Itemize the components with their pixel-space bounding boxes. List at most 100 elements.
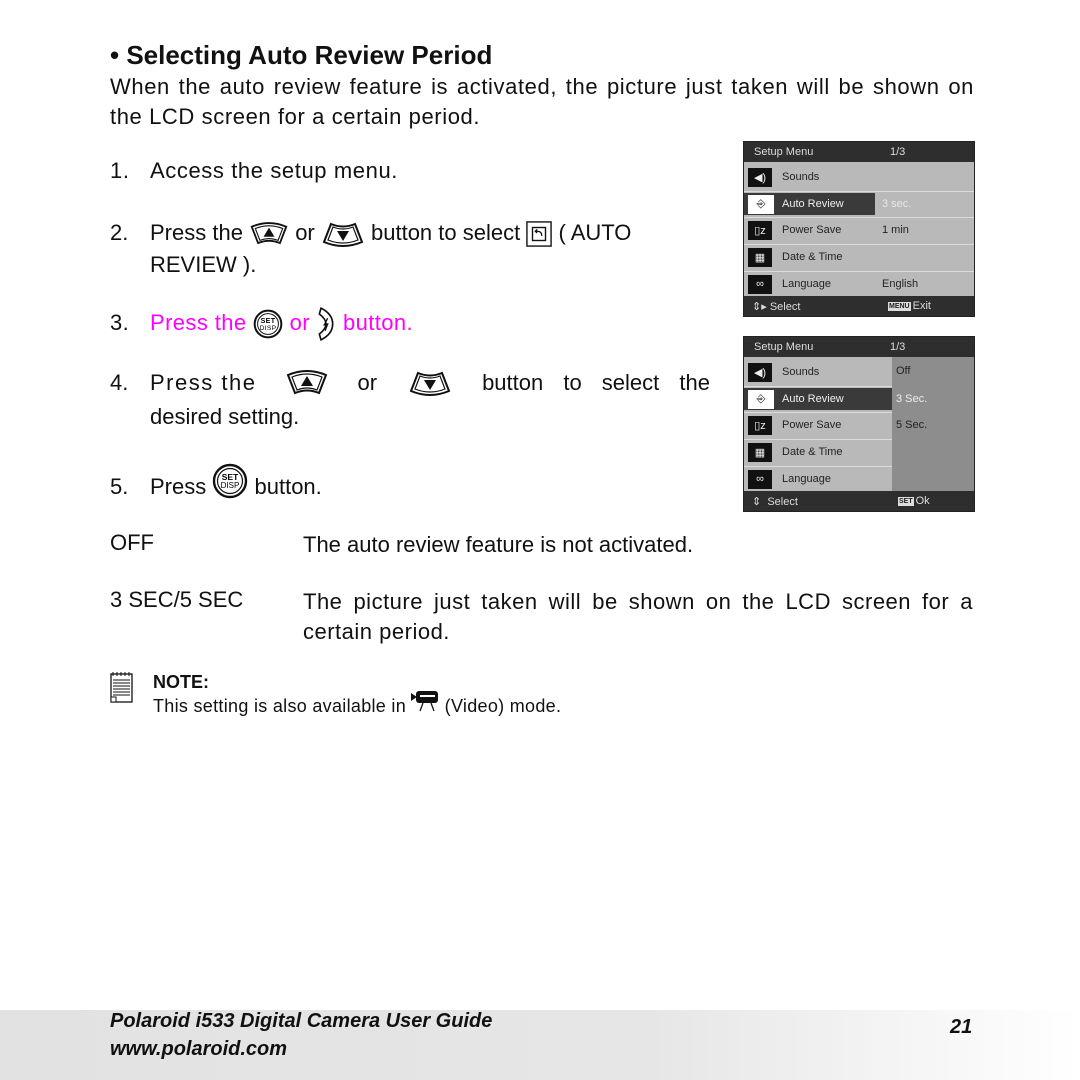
lcd-row-value: English (882, 278, 919, 290)
up-button-icon (285, 369, 329, 397)
date-time-icon: ▦ (748, 247, 772, 267)
sound-icon: ◀) (748, 167, 772, 187)
auto-review-icon: ⎆ (748, 194, 774, 214)
lcd-footer-action: SET Ok (898, 495, 930, 507)
sound-icon: ◀) (748, 362, 772, 382)
step-text: button. (342, 309, 414, 335)
lcd-footer-action-label: Exit (912, 300, 931, 312)
step-3: 3. Press the or button. (110, 304, 413, 344)
step-text: button to select the (482, 370, 710, 395)
option-key-off: OFF (110, 530, 154, 555)
step-4: 4. Press the or button to select the (110, 368, 710, 398)
step-text: ( AUTO (558, 220, 632, 245)
submenu-option-off[interactable]: Off (896, 365, 910, 377)
lcd-row-label: Language (782, 473, 831, 485)
lcd-footer: ⇕ Select SET Ok (744, 491, 974, 511)
down-button-icon (406, 369, 454, 397)
up-button-icon (249, 220, 289, 248)
lcd-row-label: Power Save (782, 224, 842, 236)
lcd-row-language: ∞ Language English (744, 273, 974, 295)
lcd-title: Setup Menu (754, 146, 814, 158)
section-title: • Selecting Auto Review Period (110, 40, 493, 70)
power-save-icon: ▯z (748, 415, 772, 435)
page-number: 21 (950, 1016, 973, 1038)
step-number: 2. (110, 220, 129, 245)
auto-review-icon: ⎆ (748, 389, 774, 409)
lcd-row-label: Language (782, 278, 831, 290)
step-text: Access the setup menu. (150, 158, 398, 183)
option-key-sec: 3 SEC/5 SEC (110, 587, 244, 612)
date-time-icon: ▦ (748, 442, 772, 462)
nav-arrows-icon: ⇕▸ (752, 300, 767, 313)
lcd-footer-action: MENU Exit (888, 300, 931, 312)
lcd-footer-select: ⇕ Select (752, 495, 798, 508)
submenu-option-5sec[interactable]: 5 Sec. (896, 419, 927, 431)
step-4-continued: desired setting. (150, 404, 300, 429)
footer-title: Polaroid i533 Digital Camera User Guide (110, 1010, 493, 1032)
notepad-icon (110, 672, 133, 703)
set-disp-button-icon (212, 463, 248, 499)
step-number: 1. (110, 158, 130, 183)
lcd-footer-select: ⇕▸ Select (752, 300, 800, 313)
step-text: Press the (150, 220, 243, 245)
step-text: or (357, 370, 378, 395)
lcd-row-language: ∞ Language (744, 468, 892, 490)
note-heading: NOTE: (153, 672, 209, 692)
lcd-page: 1/3 (890, 341, 906, 353)
lcd-row-date-time: ▦ Date & Time (744, 246, 974, 268)
auto-review-icon (526, 221, 552, 247)
note-text-pre: This setting is also available in (153, 696, 407, 716)
intro-paragraph: When the auto review feature is activate… (110, 74, 974, 129)
lcd-footer-select-label: Select (769, 300, 801, 313)
lcd-row-date-time: ▦ Date & Time (744, 441, 892, 463)
lcd-row-power-save: ▯z Power Save (744, 414, 892, 436)
step-5: 5. Press button. (110, 472, 322, 502)
lcd-title: Setup Menu (754, 341, 814, 353)
lcd-header: Setup Menu 1/3 (744, 142, 974, 162)
step-text: or (295, 220, 315, 245)
lcd-setup-menu-1: Setup Menu 1/3 ◀) Sounds ⎆ Auto Review 3… (743, 141, 975, 317)
lcd-row-auto-review: ⎆ Auto Review (744, 193, 875, 215)
lcd-row-sounds: ◀) Sounds (744, 361, 892, 383)
language-icon: ∞ (748, 274, 772, 294)
option-desc-sec: The picture just taken will be shown on … (303, 589, 973, 644)
lcd-row-label: Sounds (782, 366, 820, 378)
lcd-row-label: Power Save (782, 419, 842, 431)
power-save-icon: ▯z (748, 220, 772, 240)
video-camera-icon (411, 691, 439, 712)
lcd-row-label: Auto Review (782, 198, 844, 210)
set-disp-button-icon (253, 308, 283, 340)
step-text: button. (254, 474, 322, 499)
lcd-row-value: 3 sec. (882, 198, 912, 210)
lcd-setup-menu-2: Setup Menu 1/3 ◀) Sounds ⎆ Auto Review ▯… (743, 336, 975, 512)
note-text: This setting is also available in (Video… (153, 691, 562, 717)
language-icon: ∞ (748, 469, 772, 489)
lcd-footer-action-label: Ok (915, 495, 930, 507)
step-text: Press (150, 474, 207, 499)
lcd-footer: ⇕▸ Select MENU Exit (744, 296, 974, 316)
option-desc-off: The auto review feature is not activated… (303, 532, 694, 557)
step-2-continued: REVIEW ). (150, 252, 257, 277)
lcd-page: 1/3 (890, 146, 906, 158)
submenu-option-3sec[interactable]: 3 Sec. (896, 393, 927, 405)
lcd-row-value: 1 min (882, 224, 909, 236)
lcd-row-label: Date & Time (782, 446, 843, 458)
step-text: button to select (371, 220, 521, 245)
footer-url[interactable]: www.polaroid.com (110, 1038, 287, 1061)
lcd-row-auto-review: ⎆ Auto Review (744, 388, 892, 410)
flash-button-icon (316, 304, 336, 344)
down-button-icon (321, 220, 365, 248)
lcd-row-label: Sounds (782, 171, 820, 183)
step-text: Press the (150, 370, 257, 395)
step-1: 1. Access the setup menu. (110, 156, 398, 186)
lcd-header: Setup Menu 1/3 (744, 337, 974, 357)
note-text-post: (Video) mode. (444, 696, 562, 716)
step-text: or (289, 309, 310, 335)
set-badge-icon: SET (898, 496, 914, 506)
step-number: 5. (110, 474, 129, 499)
lcd-row-label: Date & Time (782, 251, 843, 263)
lcd-row-label: Auto Review (782, 393, 844, 405)
lcd-row-power-save: ▯z Power Save 1 min (744, 219, 974, 241)
step-text: Press the (150, 309, 247, 335)
step-number: 4. (110, 370, 129, 395)
